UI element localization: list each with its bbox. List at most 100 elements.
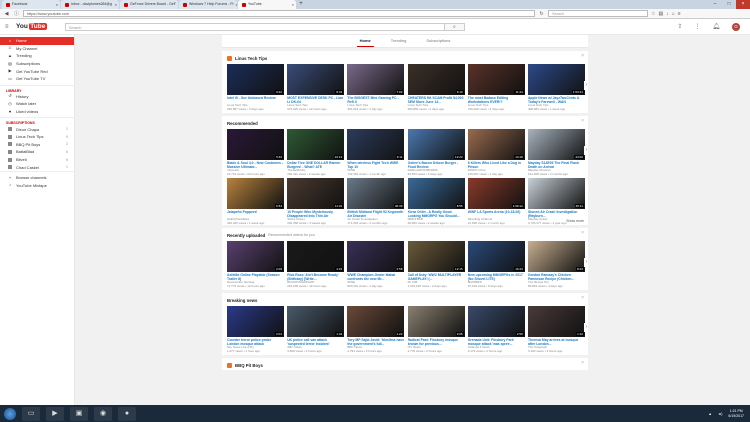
video-card[interactable]: 1:53:21 Apple News w/ JayzTwoCents & Toda… bbox=[527, 64, 585, 111]
video-thumbnail[interactable]: 6:13 bbox=[407, 64, 465, 95]
video-thumbnail[interactable]: 46:39 bbox=[347, 178, 405, 209]
next-arrow-icon[interactable]: › bbox=[584, 81, 588, 90]
video-card[interactable]: 46:39 British Midland Flight 92 Kegworth … bbox=[347, 178, 405, 225]
sidebar-subscription[interactable]: Chad Caskel 1 bbox=[0, 163, 74, 171]
shelf-title[interactable]: Linus Tech Tips bbox=[227, 54, 584, 62]
search-button[interactable]: ⌕ bbox=[444, 22, 465, 31]
video-card[interactable]: 3:58 WWE Champion Jinder Mahal confronts … bbox=[347, 241, 405, 288]
close-tab-icon[interactable]: × bbox=[115, 0, 117, 9]
video-thumbnail[interactable]: 8:24 bbox=[527, 241, 585, 272]
sidebar-item[interactable]: ▲ Trending bbox=[0, 52, 74, 60]
video-thumbnail[interactable]: 7:02 bbox=[347, 64, 405, 95]
browser-tab[interactable]: Inbox - daviptomes264@g × bbox=[61, 0, 119, 9]
dismiss-shelf-icon[interactable]: × bbox=[581, 295, 584, 301]
close-tab-icon[interactable]: × bbox=[292, 0, 294, 9]
video-card[interactable]: 11:01 10 People Who Mysteriously Disappea… bbox=[287, 178, 345, 225]
video-card[interactable]: 9:22 Intel i9 - Our Unbiased Review Linus … bbox=[227, 64, 284, 111]
video-thumbnail[interactable]: 14:18 bbox=[467, 129, 525, 160]
video-thumbnail[interactable]: 1:22 bbox=[347, 306, 405, 337]
video-thumbnail[interactable]: 1:59:12 bbox=[467, 178, 525, 209]
next-arrow-icon[interactable]: › bbox=[584, 323, 588, 332]
sidebar-item[interactable]: ↺ History bbox=[0, 93, 74, 101]
info-icon[interactable]: ⓘ bbox=[13, 10, 20, 17]
explorer-taskbar-icon[interactable]: ▭ bbox=[22, 406, 40, 421]
next-arrow-icon[interactable]: › bbox=[584, 258, 588, 267]
tab-home[interactable]: Home bbox=[356, 35, 374, 47]
video-card[interactable]: 1:59:12 WWF LA Sports Arena (10-18-92) Wre… bbox=[467, 178, 525, 225]
close-tab-icon[interactable]: × bbox=[235, 0, 237, 9]
video-thumbnail[interactable]: 1:44 bbox=[287, 306, 345, 337]
video-card[interactable]: 5:40 Blade & Soul 4.0 - New Costumes - Ma… bbox=[227, 129, 284, 176]
sidebar-subscription[interactable]: Dixon Chapa 1 bbox=[0, 125, 74, 133]
firefox-taskbar-icon[interactable]: ● bbox=[118, 406, 136, 421]
back-icon[interactable]: ◀ bbox=[3, 11, 10, 17]
video-thumbnail[interactable]: 1:53:21 bbox=[527, 64, 585, 95]
video-card[interactable]: 4:15 Rick Ross 'Ain't Become Ready' (Birt… bbox=[287, 241, 345, 288]
guide-menu-icon[interactable]: ≡ bbox=[5, 24, 11, 30]
video-card[interactable]: 11:44 The most Badass Editing Workstation… bbox=[467, 64, 525, 111]
tab-trending[interactable]: Trending bbox=[388, 35, 410, 47]
video-card[interactable]: 8:55 Kiera Ohlin - A Really Good Looking … bbox=[407, 178, 465, 225]
sidebar-item[interactable]: ▤ Subscriptions bbox=[0, 60, 74, 68]
video-thumbnail[interactable]: 45:11 bbox=[527, 178, 585, 209]
volume-icon[interactable]: ◄) bbox=[718, 412, 723, 416]
upload-icon[interactable]: ⇪ bbox=[677, 23, 682, 30]
dismiss-shelf-icon[interactable]: × bbox=[581, 360, 584, 366]
video-title[interactable]: When wireless Fight Tech WWE Top 10 bbox=[347, 161, 404, 169]
video-title[interactable]: WWE Champion Jinder Mahal confronts the … bbox=[347, 273, 404, 281]
dismiss-shelf-icon[interactable]: × bbox=[581, 118, 584, 124]
download-icon[interactable]: ↓ bbox=[666, 11, 669, 17]
video-card[interactable]: 2:56 Grenada Unit: Finsbury Park mosque a… bbox=[467, 306, 525, 353]
sidebar-subscription[interactable]: Bifvell 6 bbox=[0, 156, 74, 164]
video-thumbnail[interactable]: 10:13 bbox=[287, 129, 345, 160]
video-thumbnail[interactable]: 4:15 bbox=[287, 241, 345, 272]
video-thumbnail[interactable]: 3:58 bbox=[347, 241, 405, 272]
video-card[interactable]: 2:01 Counter terror police probe London m… bbox=[227, 306, 284, 353]
sidebar-item[interactable]: ☺ My Channel bbox=[0, 45, 74, 53]
video-card[interactable]: 12:15 Call of Duty: WW2 MULTIPLAYER GAMEP… bbox=[407, 241, 465, 288]
browser-tab[interactable]: Windows 7 Help Forums - Pl × bbox=[179, 0, 237, 9]
sidebar-item[interactable]: ◷ Watch later bbox=[0, 100, 74, 108]
video-card[interactable]: 6:54 Jalapeño Poppers! Hellthyfrankbites 34… bbox=[227, 178, 284, 225]
video-thumbnail[interactable]: 12:15 bbox=[407, 241, 465, 272]
video-card[interactable]: 45:11 Stoned Air Crash Investigation (Ray… bbox=[527, 178, 585, 225]
start-button[interactable] bbox=[4, 407, 16, 420]
video-thumbnail[interactable]: 16:43 bbox=[467, 241, 525, 272]
browser-tab[interactable]: Facebook × bbox=[2, 0, 60, 9]
video-card[interactable]: 1:22 Tory MP Sajid Javid: 'Muslims have t… bbox=[347, 306, 405, 353]
video-card[interactable]: 16:43 New upcoming MMORPGs in 2017 (No Sh… bbox=[467, 241, 525, 288]
shelf-title[interactable]: Recently uploaded Recommended videos for … bbox=[227, 231, 584, 239]
sidebar-item[interactable]: ♥ Liked videos bbox=[0, 108, 74, 116]
shelf-title[interactable]: Recommended bbox=[227, 119, 584, 127]
address-bar[interactable]: https://www.youtube.com bbox=[23, 10, 535, 17]
dismiss-shelf-icon[interactable]: × bbox=[581, 230, 584, 236]
notifications-icon[interactable]: 🔔︎ bbox=[712, 23, 720, 30]
video-thumbnail[interactable]: 2:56 bbox=[467, 306, 525, 337]
search-input[interactable]: Search bbox=[64, 22, 445, 31]
clock[interactable]: 1:21 PM 6/19/2017 bbox=[728, 409, 744, 418]
browser-tab[interactable]: YouTube × bbox=[238, 0, 296, 9]
dismiss-shelf-icon[interactable]: × bbox=[581, 53, 584, 59]
sidebar-subscription[interactable]: BattalBlad 5 bbox=[0, 148, 74, 156]
video-card[interactable]: 1:44 UK police call van attack 'suspected… bbox=[287, 306, 345, 353]
star-icon[interactable]: ☆ bbox=[651, 11, 655, 17]
video-thumbnail[interactable]: 9:22 bbox=[227, 64, 284, 95]
steam-taskbar-icon[interactable]: ◉ bbox=[94, 406, 112, 421]
video-card[interactable]: 44:02 Mayday S14E05 The Final Flash Death… bbox=[527, 129, 585, 176]
video-card[interactable]: 12:23 Oshee's Bacon Deluxe Burger - Food … bbox=[407, 129, 465, 176]
bookmarks-icon[interactable]: ▤ bbox=[658, 11, 663, 17]
sidebar-item[interactable]: + Browse channels bbox=[0, 174, 74, 182]
browser-search-input[interactable]: Search bbox=[548, 10, 648, 17]
media-taskbar-icon[interactable]: ▶ bbox=[46, 406, 64, 421]
reload-icon[interactable]: ↻ bbox=[538, 11, 545, 17]
new-tab-button[interactable]: + bbox=[297, 0, 305, 9]
video-card[interactable]: 1:12 Theresa May arrives at mosque after … bbox=[527, 306, 585, 353]
video-thumbnail[interactable]: 2:01 bbox=[227, 306, 284, 337]
apps-icon[interactable]: ⋮ bbox=[694, 23, 700, 30]
sidebar-item[interactable]: ♪ YouTube Mixtape bbox=[0, 182, 74, 190]
shelf-title[interactable]: BBQ Pit Boys bbox=[227, 361, 584, 369]
sidebar-item[interactable]: ⌂ Home bbox=[0, 37, 74, 45]
youtube-logo[interactable]: You Tube bbox=[16, 23, 47, 30]
video-card[interactable]: 8:24 Gordon Ramsay's Chicken Parmesan Rec… bbox=[527, 241, 585, 288]
video-card[interactable]: 10:13 Dollar Tree ONE DOLLAR Ramen Burger… bbox=[287, 129, 345, 176]
